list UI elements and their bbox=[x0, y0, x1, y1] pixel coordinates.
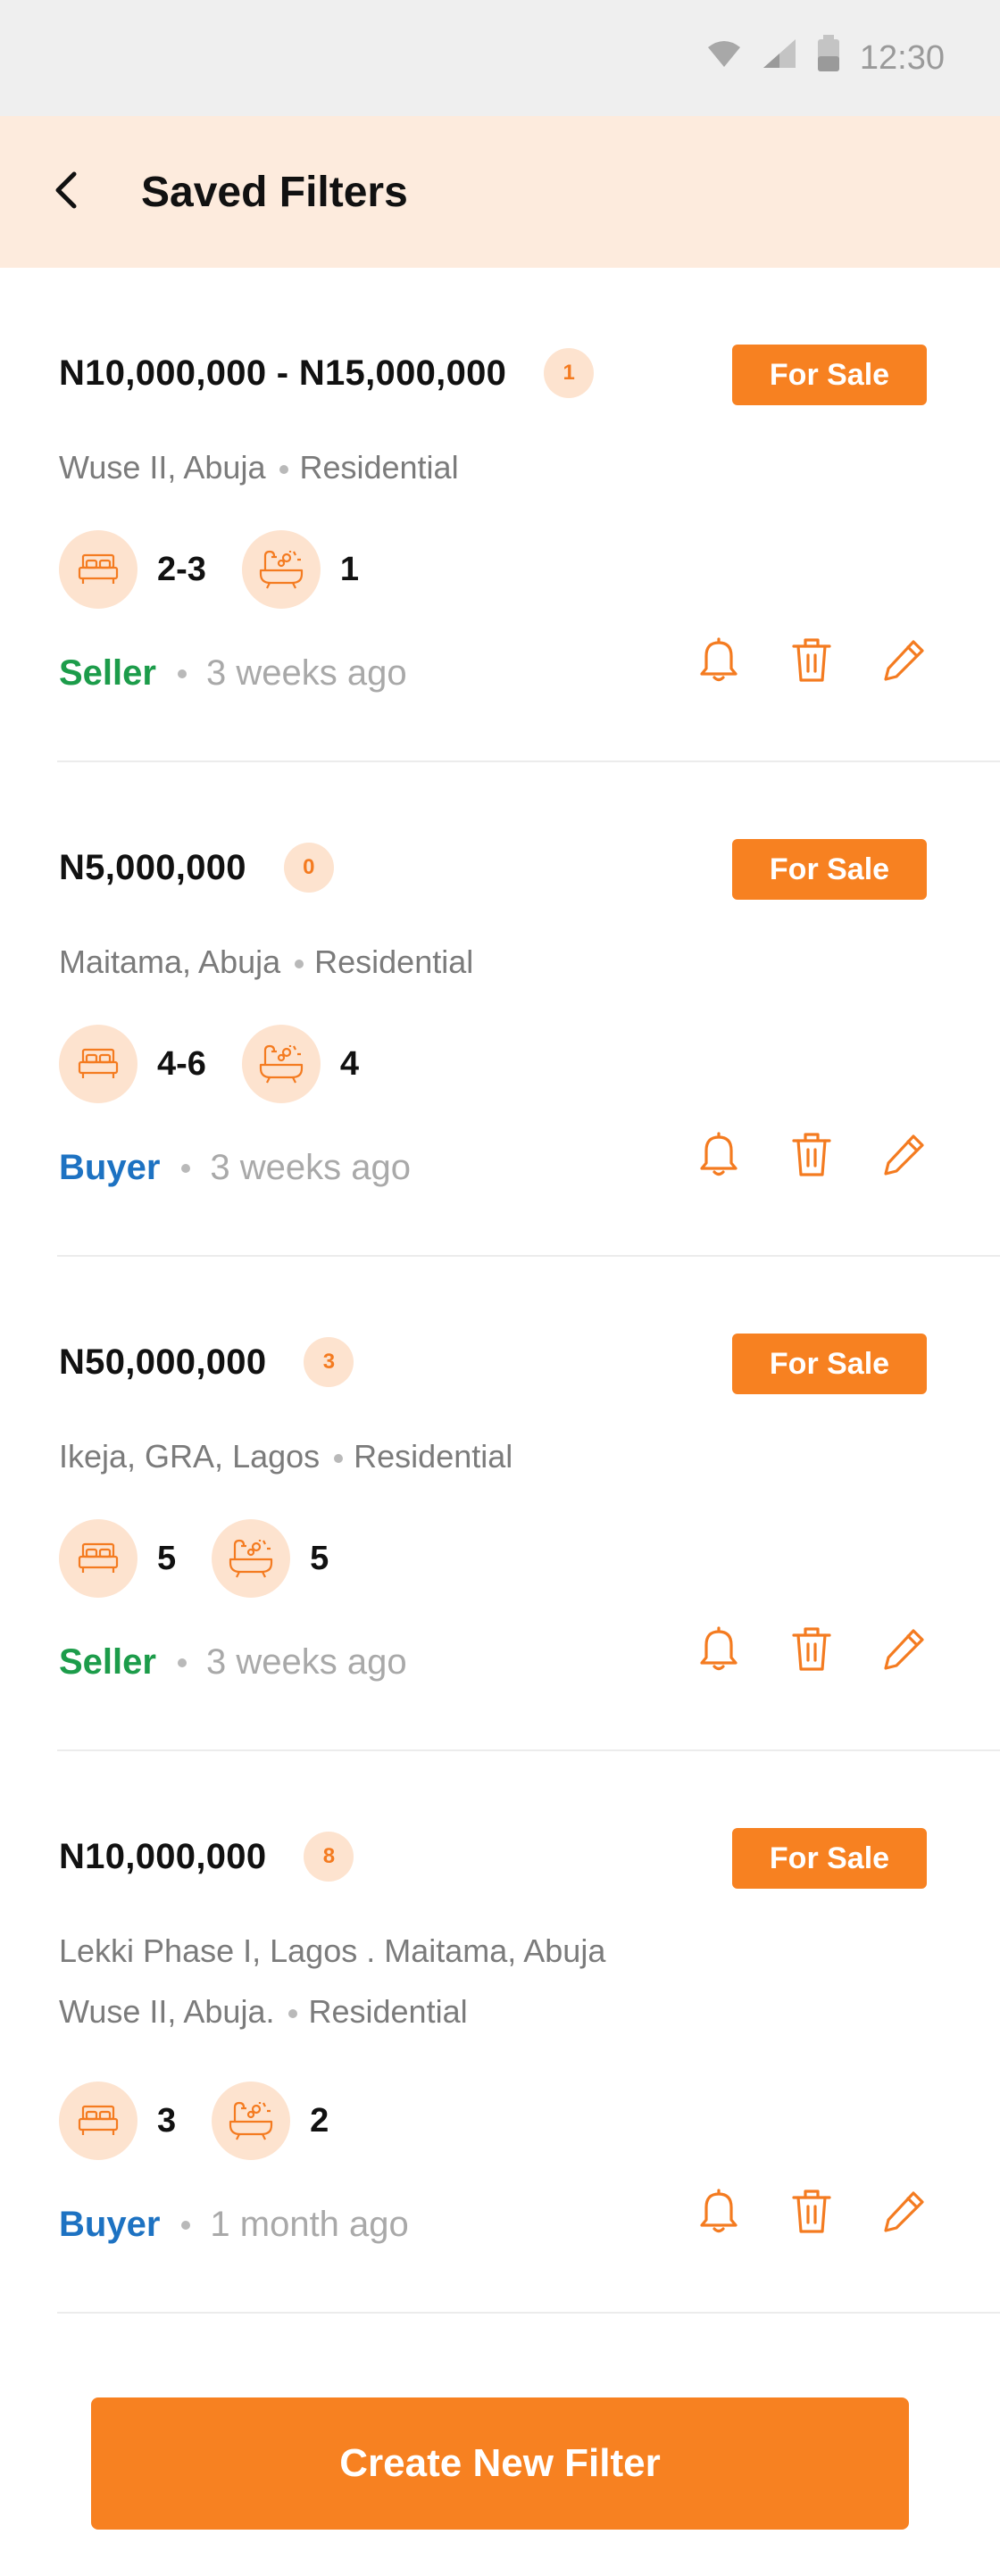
saved-time: 1 month ago bbox=[210, 2205, 409, 2244]
pencil-icon bbox=[881, 2188, 928, 2239]
separator-dot bbox=[177, 1658, 187, 1667]
bell-icon bbox=[696, 1129, 742, 1184]
notification-button[interactable] bbox=[691, 1128, 746, 1184]
user-role: Buyer bbox=[59, 1148, 161, 1187]
location-name: Ikeja, GRA, Lagos bbox=[59, 1438, 321, 1475]
wifi-icon bbox=[706, 39, 742, 78]
trash-icon bbox=[790, 2187, 833, 2239]
location-name: Wuse II, Abuja bbox=[59, 449, 266, 486]
price-range: N50,000,000 bbox=[59, 1342, 267, 1382]
user-role: Buyer bbox=[59, 2205, 161, 2244]
bedrooms-value: 2-3 bbox=[157, 550, 206, 588]
status-bar: 12:30 bbox=[0, 0, 1000, 116]
bell-icon bbox=[696, 2186, 742, 2240]
bedrooms-value: 4-6 bbox=[157, 1044, 206, 1083]
edit-button[interactable] bbox=[877, 634, 932, 689]
bathrooms-value: 1 bbox=[339, 550, 360, 588]
location-name: Lekki Phase I, Lagos . Maitama, Abuja bbox=[59, 1932, 606, 1969]
saved-filter-list: N10,000,000 - N15,000,000 1 For Sale Wus… bbox=[0, 268, 1000, 2314]
back-button[interactable] bbox=[0, 116, 134, 268]
listing-type-badge: For Sale bbox=[732, 1334, 927, 1394]
bed-icon bbox=[59, 2082, 138, 2160]
location-text: Lekki Phase I, Lagos . Maitama, Abuja Wus… bbox=[59, 1921, 605, 2042]
user-role: Seller bbox=[59, 653, 156, 693]
location-text: Ikeja, GRA, Lagos Residential bbox=[59, 1426, 512, 1487]
create-new-filter-button[interactable]: Create New Filter bbox=[91, 2397, 909, 2530]
bathrooms-value: 4 bbox=[339, 1044, 360, 1083]
user-role: Seller bbox=[59, 1642, 156, 1682]
match-count-badge: 3 bbox=[304, 1337, 354, 1387]
location-text: Wuse II, Abuja Residential bbox=[59, 437, 459, 498]
separator-dot bbox=[181, 1163, 191, 1173]
bed-icon bbox=[59, 1519, 138, 1598]
match-count-badge: 0 bbox=[283, 843, 334, 893]
listing-type-badge: For Sale bbox=[732, 839, 927, 900]
match-count-badge: 8 bbox=[304, 1832, 354, 1882]
app-bar: Saved Filters bbox=[0, 116, 1000, 268]
price-range: N5,000,000 bbox=[59, 847, 246, 887]
location-text: Maitama, Abuja Residential bbox=[59, 932, 473, 993]
saved-filter-card[interactable]: N5,000,000 0 For Sale Maitama, Abuja Resi… bbox=[57, 762, 1000, 1257]
location-name: Maitama, Abuja bbox=[59, 943, 281, 980]
location-name: Wuse II, Abuja. bbox=[59, 1993, 275, 2030]
bell-icon bbox=[696, 635, 742, 689]
pencil-icon bbox=[881, 636, 928, 687]
separator-dot bbox=[181, 2220, 191, 2230]
separator-dot bbox=[334, 1454, 344, 1464]
delete-button[interactable] bbox=[784, 1623, 839, 1678]
pencil-icon bbox=[881, 1131, 928, 1182]
bathtub-icon bbox=[212, 2082, 291, 2160]
separator-dot bbox=[279, 465, 289, 475]
notification-button[interactable] bbox=[691, 2185, 746, 2240]
bathtub-icon bbox=[241, 1025, 321, 1103]
clock: 12:30 bbox=[859, 38, 945, 77]
delete-button[interactable] bbox=[784, 2185, 839, 2240]
price-range: N10,000,000 - N15,000,000 bbox=[59, 353, 507, 393]
bed-icon bbox=[59, 1025, 138, 1103]
bedrooms-value: 3 bbox=[157, 2101, 177, 2140]
battery-icon bbox=[817, 35, 840, 81]
signal-icon bbox=[762, 37, 797, 79]
edit-button[interactable] bbox=[877, 2185, 932, 2240]
match-count-badge: 1 bbox=[544, 348, 595, 398]
trash-icon bbox=[790, 1625, 833, 1677]
bedrooms-value: 5 bbox=[157, 1539, 177, 1577]
trash-icon bbox=[790, 1130, 833, 1183]
edit-button[interactable] bbox=[877, 1128, 932, 1184]
saved-filter-card[interactable]: N50,000,000 3 For Sale Ikeja, GRA, Lagos… bbox=[57, 1257, 1000, 1751]
delete-button[interactable] bbox=[784, 634, 839, 689]
pencil-icon bbox=[881, 1625, 928, 1676]
property-type: Residential bbox=[299, 449, 459, 486]
edit-button[interactable] bbox=[877, 1623, 932, 1678]
delete-button[interactable] bbox=[784, 1128, 839, 1184]
page-title: Saved Filters bbox=[141, 168, 408, 216]
bathrooms-value: 5 bbox=[310, 1539, 329, 1577]
property-type: Residential bbox=[308, 1993, 468, 2030]
separator-dot bbox=[288, 2009, 298, 2019]
property-type: Residential bbox=[314, 943, 474, 980]
separator-dot bbox=[177, 669, 187, 678]
saved-time: 3 weeks ago bbox=[205, 653, 407, 693]
chevron-left-icon bbox=[49, 169, 85, 216]
listing-type-badge: For Sale bbox=[732, 345, 927, 405]
trash-icon bbox=[790, 636, 833, 688]
bathtub-icon bbox=[241, 530, 321, 609]
bathtub-icon bbox=[212, 1519, 291, 1598]
notification-button[interactable] bbox=[691, 634, 746, 689]
saved-time: 3 weeks ago bbox=[205, 1642, 407, 1682]
listing-type-badge: For Sale bbox=[732, 1828, 927, 1889]
price-range: N10,000,000 bbox=[59, 1836, 267, 1876]
notification-button[interactable] bbox=[691, 1623, 746, 1678]
saved-filter-card[interactable]: N10,000,000 8 For Sale Lekki Phase I, La… bbox=[57, 1751, 1000, 2314]
bed-icon bbox=[59, 530, 138, 609]
separator-dot bbox=[295, 960, 304, 969]
saved-filter-card[interactable]: N10,000,000 - N15,000,000 1 For Sale Wus… bbox=[57, 268, 1000, 762]
bell-icon bbox=[696, 1624, 742, 1678]
property-type: Residential bbox=[354, 1438, 513, 1475]
saved-time: 3 weeks ago bbox=[210, 1148, 411, 1187]
bathrooms-value: 2 bbox=[310, 2101, 329, 2140]
